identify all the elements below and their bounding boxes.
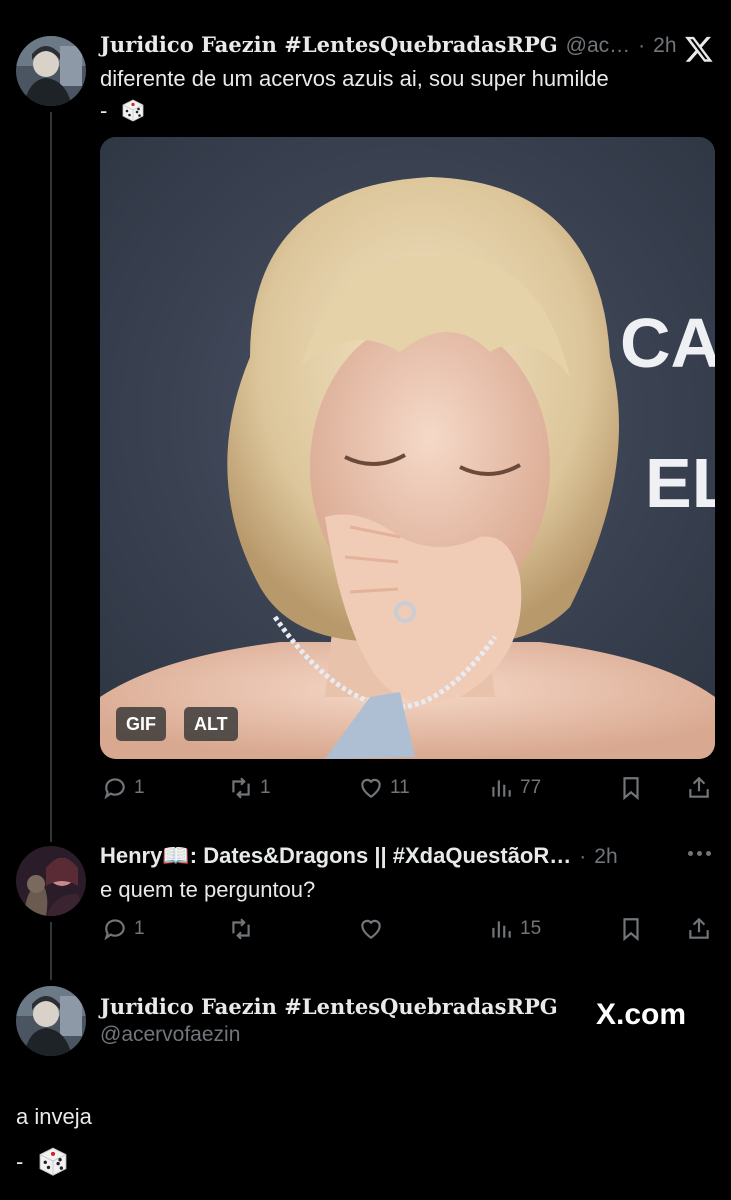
dash: - <box>100 98 108 123</box>
views-count: 15 <box>520 918 542 939</box>
heart-icon <box>361 919 381 939</box>
post-text-line: - <box>100 96 700 125</box>
share-button[interactable] <box>686 775 712 801</box>
separator: · <box>579 845 587 868</box>
views-button[interactable]: 15 <box>488 916 541 942</box>
thread-line <box>50 112 52 842</box>
post-actions: 1 15 <box>100 916 715 956</box>
handle[interactable]: @acervofaezin <box>100 1023 558 1047</box>
repost-button[interactable] <box>228 916 254 942</box>
repost-icon <box>232 918 250 940</box>
backdrop-sign-text: EL <box>645 444 715 522</box>
timestamp[interactable]: 2h <box>594 845 617 869</box>
like-count: 11 <box>390 777 410 798</box>
share-icon <box>689 917 709 939</box>
post-text-line: a inveja <box>16 1104 92 1129</box>
bookmark-icon <box>623 777 639 801</box>
dash: - <box>16 1149 24 1174</box>
handle[interactable]: @ac… <box>566 34 631 58</box>
backdrop-sign-text: CAR <box>620 304 715 382</box>
share-icon <box>689 776 709 798</box>
x-com-text: X.com <box>596 998 687 1032</box>
repost-count: 1 <box>260 777 271 798</box>
views-icon <box>492 780 511 797</box>
gif-badge: GIF <box>116 707 166 741</box>
post-header: Juridico Faezin #LentesQuebradasRPG @ac…… <box>100 32 680 58</box>
like-button[interactable] <box>358 916 384 942</box>
like-button[interactable]: 11 <box>358 775 410 801</box>
reply-button[interactable]: 1 <box>102 916 145 942</box>
views-count: 77 <box>520 777 542 798</box>
post-actions: 1 1 11 77 <box>100 775 715 815</box>
repost-icon <box>232 777 250 799</box>
bookmark-button[interactable] <box>618 916 644 942</box>
thread-line <box>50 922 52 980</box>
avatar[interactable] <box>16 986 86 1056</box>
repost-button[interactable]: 1 <box>228 775 271 801</box>
avatar[interactable] <box>16 846 86 916</box>
bookmark-button[interactable] <box>618 775 644 801</box>
reply-count: 1 <box>134 777 145 798</box>
views-button[interactable]: 77 <box>488 775 541 801</box>
post-text: e quem te perguntou? <box>100 877 316 902</box>
separator: · <box>638 34 646 57</box>
avatar[interactable] <box>16 36 86 106</box>
post-text: a inveja - <box>16 1103 92 1179</box>
post-header: Juridico Faezin #LentesQuebradasRPG @ace… <box>100 994 558 1047</box>
post-header: Henry📖: Dates&Dragons || #XdaQuestãoR… ·… <box>100 843 680 869</box>
x-com-watermark: X.com <box>596 998 687 1032</box>
display-name[interactable]: Juridico Faezin #LentesQuebradasRPG <box>100 32 558 57</box>
views-icon <box>492 921 511 938</box>
reply-icon <box>104 919 125 941</box>
reply-button[interactable]: 1 <box>102 775 145 801</box>
dice-emoji <box>40 1147 67 1176</box>
display-name[interactable]: Juridico Faezin #LentesQuebradasRPG <box>100 994 558 1019</box>
reply-icon <box>104 778 125 800</box>
heart-icon <box>361 778 381 798</box>
dice-emoji <box>123 99 144 122</box>
post-text: diferente de um acervos azuis ai, sou su… <box>100 65 700 125</box>
post-media-gif[interactable]: CAR EL GIF ALT <box>100 137 715 759</box>
more-icon[interactable] <box>688 851 711 856</box>
post-text-line: - <box>16 1143 92 1179</box>
x-logo-icon[interactable] <box>684 34 714 69</box>
alt-badge[interactable]: ALT <box>184 707 238 741</box>
timestamp[interactable]: 2h <box>653 34 676 58</box>
share-button[interactable] <box>686 916 712 942</box>
reply-count: 1 <box>134 918 145 939</box>
post-text-line: diferente de um acervos azuis ai, sou su… <box>100 66 609 91</box>
bookmark-icon <box>623 918 639 942</box>
display-name[interactable]: Henry📖: Dates&Dragons || #XdaQuestãoR… <box>100 843 571 869</box>
